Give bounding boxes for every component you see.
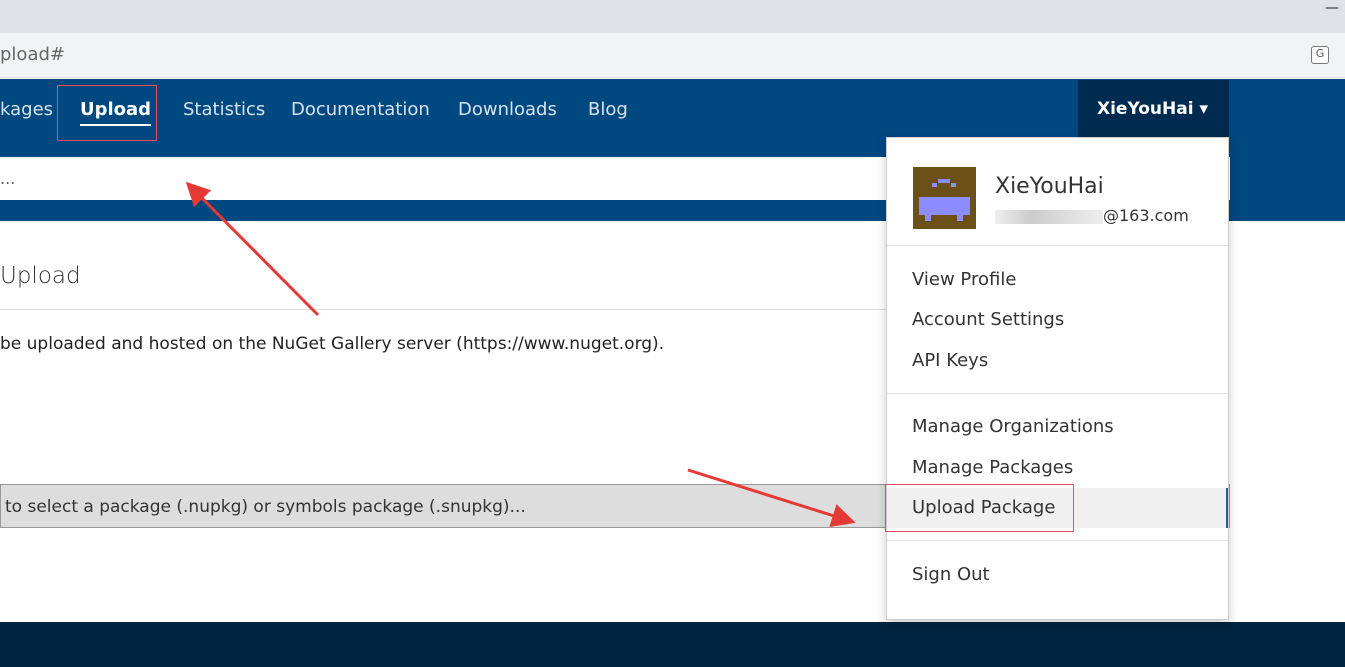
url-text[interactable]: pload# [0, 44, 65, 65]
menu-item-manage-packages[interactable]: Manage Packages [887, 448, 1228, 488]
menu-item-view-profile[interactable]: View Profile [887, 260, 1228, 300]
menu-item-manage-organizations[interactable]: Manage Organizations [887, 407, 1228, 447]
menu-username: XieYouHai [995, 174, 1104, 199]
address-bar[interactable] [0, 33, 1345, 78]
divider [887, 393, 1228, 394]
user-menu-button[interactable]: XieYouHai ▾ [1078, 80, 1229, 137]
nav-documentation[interactable]: Documentation [291, 99, 430, 120]
nav-blog[interactable]: Blog [588, 99, 628, 120]
upload-description: be uploaded and hosted on the NuGet Gall… [0, 334, 665, 354]
page-title: Upload [0, 263, 81, 289]
menu-email: @163.com [995, 206, 1189, 225]
divider [0, 309, 900, 310]
user-dropdown-menu: XieYouHai @163.com View Profile Account … [885, 137, 1229, 620]
menu-item-sign-out[interactable]: Sign Out [887, 555, 1228, 595]
browser-tab-strip [0, 0, 1345, 33]
nav-downloads[interactable]: Downloads [458, 99, 557, 120]
minimize-button[interactable]: — [1325, 0, 1339, 16]
menu-item-api-keys[interactable]: API Keys [887, 341, 1228, 381]
nav-packages[interactable]: kages [0, 99, 53, 120]
divider [887, 540, 1228, 541]
divider [887, 245, 1228, 246]
annotation-box [885, 484, 1074, 532]
annotation-box [57, 85, 157, 141]
menu-item-account-settings[interactable]: Account Settings [887, 300, 1228, 340]
avatar [913, 167, 976, 229]
nav-statistics[interactable]: Statistics [183, 99, 265, 120]
translate-icon[interactable]: G [1311, 46, 1329, 64]
footer [0, 622, 1345, 667]
